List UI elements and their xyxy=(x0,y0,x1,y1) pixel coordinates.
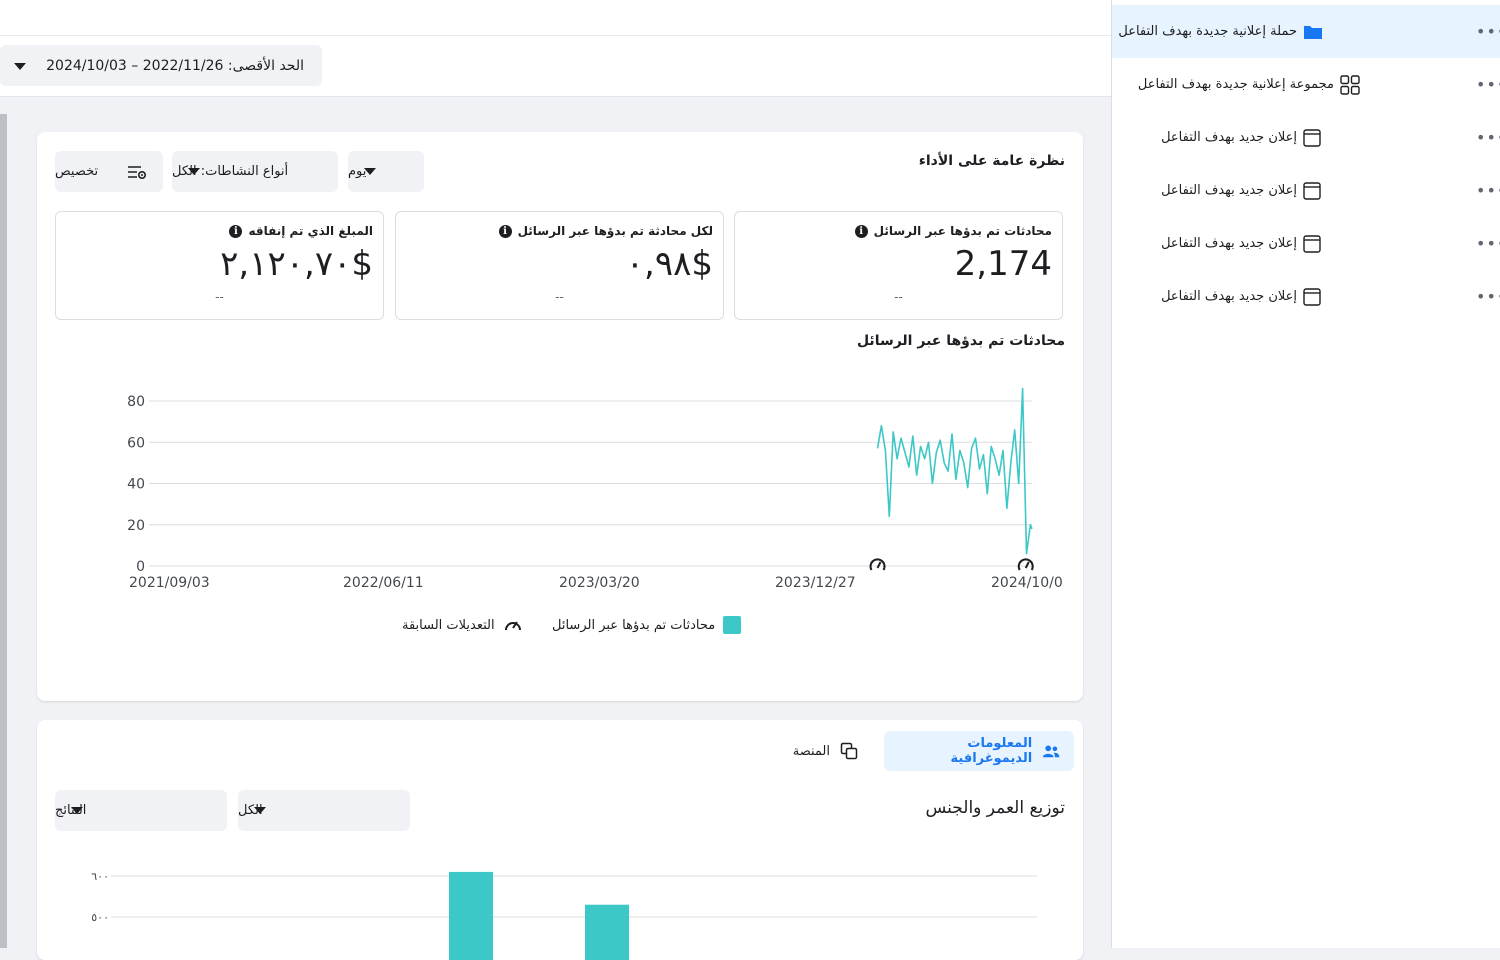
x-tick-label: 2021/09/03 xyxy=(129,575,210,591)
overview-title: نظرة عامة على الأداء xyxy=(918,153,1065,169)
tab-label: المعلومات الديموغرافية xyxy=(950,736,1033,766)
ad-window-icon xyxy=(1303,128,1321,147)
left-scroll-edge xyxy=(0,114,7,948)
chevron-down-icon xyxy=(364,168,376,175)
y-tick-label: 20 xyxy=(127,518,145,534)
campaign-tree-sidebar: حملة إعلانية جديدة بهدف التفاعل ••• مجمو… xyxy=(1111,0,1500,948)
legend-item-edits[interactable]: التعديلات السابقة xyxy=(402,616,523,634)
metric-value: ٠,٩٨$ xyxy=(625,244,713,284)
legend-swatch xyxy=(723,616,742,634)
date-range-label: الحد الأقصى: 2022/11/26 – 2024/10/03 xyxy=(46,57,304,74)
metric-label: لكل محادثة تم بدؤها عبر الرسائل xyxy=(517,224,713,238)
chevron-down-icon xyxy=(254,807,266,814)
more-options-icon[interactable]: ••• xyxy=(1476,5,1500,58)
chevron-down-icon xyxy=(71,807,83,814)
more-options-icon[interactable]: ••• xyxy=(1476,217,1500,270)
bar xyxy=(585,904,629,960)
y-tick-label: ٥٠٠ xyxy=(91,911,109,924)
sidebar-item-adset[interactable]: مجموعة إعلانية جديدة بهدف التفاعل ••• xyxy=(1112,58,1500,111)
chevron-down-icon xyxy=(188,168,200,175)
metric-amount-spent[interactable]: المبلغ الذي تم إنفاقه i ٢,١٢٠,٧٠$ -- xyxy=(55,211,384,320)
bar xyxy=(449,871,493,960)
metric-value: 2,174 xyxy=(954,244,1052,284)
previous-edit-marker[interactable] xyxy=(869,558,886,571)
sidebar-item-ad[interactable]: إعلان جديد بهدف التفاعل ••• xyxy=(1112,164,1500,217)
legend-item-series[interactable]: محادثات تم بدؤها عبر الرسائل xyxy=(552,616,742,634)
y-tick-label: 60 xyxy=(127,435,145,451)
more-options-icon[interactable]: ••• xyxy=(1476,111,1500,164)
sidebar-item-ad[interactable]: إعلان جديد بهدف التفاعل ••• xyxy=(1112,111,1500,164)
sidebar-item-label: إعلان جديد بهدف التفاعل xyxy=(1161,130,1297,145)
y-tick-label: 40 xyxy=(127,477,145,493)
demographics-title: توزيع العمر والجنس xyxy=(925,798,1065,818)
legend-label: التعديلات السابقة xyxy=(402,617,495,633)
metric-label: محادثات تم بدؤها عبر الرسائل xyxy=(873,224,1052,238)
sidebar-item-label: إعلان جديد بهدف التفاعل xyxy=(1161,183,1297,198)
more-options-icon[interactable]: ••• xyxy=(1476,58,1500,111)
folder-icon xyxy=(1304,25,1322,39)
grid-icon xyxy=(1340,74,1360,95)
chevron-down-icon xyxy=(14,63,26,70)
metric-delta: -- xyxy=(555,290,564,304)
series-line xyxy=(876,387,1033,555)
previous-edit-marker[interactable] xyxy=(1017,558,1034,571)
tab-platform[interactable]: المنصة xyxy=(772,731,872,771)
metric-delta: -- xyxy=(894,290,903,304)
x-tick-label: 2024/10/0 xyxy=(991,575,1063,591)
info-icon[interactable]: i xyxy=(498,224,512,238)
ad-window-icon xyxy=(1303,287,1321,306)
people-icon xyxy=(1043,745,1060,758)
ad-window-icon xyxy=(1303,181,1321,200)
tab-demographics[interactable]: المعلومات الديموغرافية xyxy=(884,731,1074,771)
tab-label: المنصة xyxy=(792,743,830,759)
sidebar-item-ad[interactable]: إعلان جديد بهدف التفاعل ••• xyxy=(1112,270,1500,323)
info-icon[interactable]: i xyxy=(229,224,243,238)
main-area: الحد الأقصى: 2022/11/26 – 2024/10/03 نظر… xyxy=(0,0,1111,960)
age-gender-bar-chart: ٦٠٠ ٥٠٠ xyxy=(91,870,1037,960)
gauge-icon xyxy=(504,621,521,631)
info-icon[interactable]: i xyxy=(854,224,868,238)
metric-delta: -- xyxy=(215,290,224,304)
sidebar-item-label: إعلان جديد بهدف التفاعل xyxy=(1161,236,1297,251)
ad-window-icon xyxy=(1303,234,1321,253)
customize-label: تخصيص xyxy=(55,164,99,179)
chart-title: محادثات تم بدؤها عبر الرسائل xyxy=(856,333,1065,349)
metric-label: المبلغ الذي تم إنفاقه xyxy=(248,224,373,238)
metric-conversations[interactable]: محادثات تم بدؤها عبر الرسائل i 2,174 -- xyxy=(734,211,1063,320)
customize-button[interactable]: تخصيص xyxy=(55,151,163,192)
performance-overview-card: نظرة عامة على الأداء تخصيص أنواع النشاطا… xyxy=(37,132,1083,701)
y-tick-label: 0 xyxy=(136,559,145,575)
legend-label: محادثات تم بدؤها عبر الرسائل xyxy=(552,617,716,633)
top-bar: الحد الأقصى: 2022/11/26 – 2024/10/03 xyxy=(0,0,1111,97)
y-tick-label: ٦٠٠ xyxy=(91,870,109,883)
demographics-card: المعلومات الديموغرافية المنصة توزيع العم… xyxy=(37,720,1083,960)
x-tick-label: 2023/12/27 xyxy=(775,575,856,591)
filter-results-dropdown[interactable]: النتائج xyxy=(55,790,227,831)
settings-sliders-icon xyxy=(128,166,147,180)
sidebar-item-label: مجموعة إعلانية جديدة بهدف التفاعل xyxy=(1137,77,1334,92)
x-tick-label: 2022/06/11 xyxy=(343,575,424,591)
sidebar-item-label: حملة إعلانية جديدة بهدف التفاعل xyxy=(1118,24,1297,39)
y-tick-label: 80 xyxy=(127,394,145,410)
activity-types-dropdown[interactable]: أنواع النشاطات: الكل xyxy=(172,151,338,192)
granularity-dropdown[interactable]: يوم xyxy=(348,151,424,192)
metric-cost-per-conversation[interactable]: لكل محادثة تم بدؤها عبر الرسائل i ٠,٩٨$ … xyxy=(395,211,724,320)
conversations-line-chart: 0 20 40 60 80 2021/09/03 2022/06/11 2023/03/20 2… xyxy=(127,387,1063,591)
date-range-picker[interactable]: الحد الأقصى: 2022/11/26 – 2024/10/03 xyxy=(0,45,322,86)
sidebar-item-label: إعلان جديد بهدف التفاعل xyxy=(1161,289,1297,304)
more-options-icon[interactable]: ••• xyxy=(1476,164,1500,217)
platform-icon xyxy=(840,742,858,760)
more-options-icon[interactable]: ••• xyxy=(1476,270,1500,323)
sidebar-item-campaign[interactable]: حملة إعلانية جديدة بهدف التفاعل ••• xyxy=(1112,5,1500,58)
filter-all-dropdown[interactable]: الكل xyxy=(238,790,410,831)
metric-value: ٢,١٢٠,٧٠$ xyxy=(220,244,373,284)
x-tick-label: 2023/03/20 xyxy=(559,575,640,591)
sidebar-item-ad[interactable]: إعلان جديد بهدف التفاعل ••• xyxy=(1112,217,1500,270)
